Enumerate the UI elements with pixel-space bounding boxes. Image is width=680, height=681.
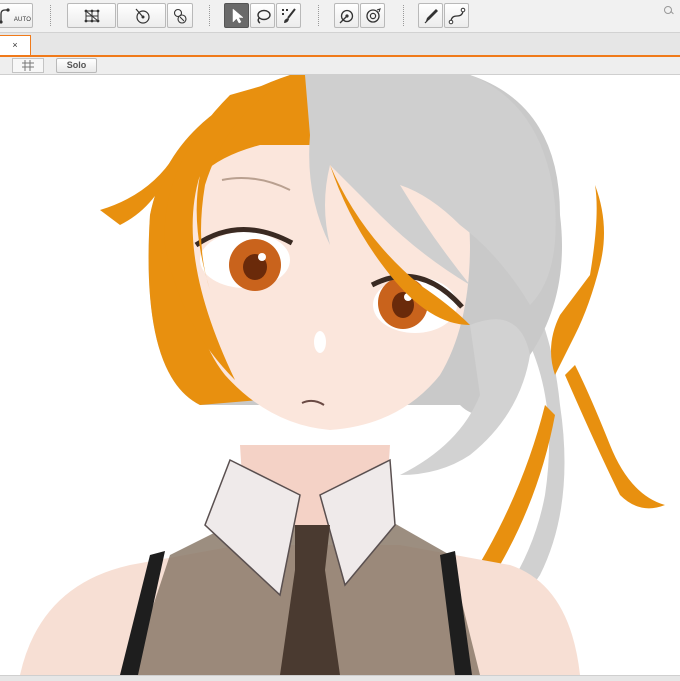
parameter-icon (365, 7, 381, 23)
rotation-deformer-icon (135, 8, 150, 24)
brush-select-button[interactable] (276, 3, 301, 28)
auto-mesh-icon (0, 7, 10, 24)
toolbar-separator (318, 5, 319, 26)
hair-ponytail-orange (565, 365, 665, 509)
mesh-edit-button[interactable] (67, 3, 116, 28)
lasso-select-button[interactable] (250, 3, 275, 28)
toolbar-separator (403, 5, 404, 26)
grid-toggle-button[interactable] (12, 58, 44, 73)
glue-icon (339, 9, 353, 23)
auto-label: AUTO (13, 16, 32, 23)
arrow-cursor-icon (232, 7, 244, 23)
mesh-grid-icon (84, 9, 99, 22)
glue-button[interactable] (334, 3, 359, 28)
document-tab[interactable]: × (0, 35, 31, 55)
grid-icon (22, 60, 34, 71)
pen-icon (424, 8, 438, 23)
parameter-button[interactable] (360, 3, 385, 28)
document-tab-bar: × (0, 33, 680, 57)
panel-options-icon[interactable] (664, 6, 672, 14)
warp-deformer-button[interactable] (167, 3, 193, 28)
solo-button[interactable]: Solo (56, 58, 97, 73)
path-curve-button[interactable] (444, 3, 469, 28)
pen-button[interactable] (418, 3, 443, 28)
canvas-viewport[interactable] (0, 75, 680, 675)
toolbar-separator (209, 5, 210, 26)
view-options-bar: Solo (0, 57, 680, 75)
auto-mesh-button[interactable]: AUTO (0, 3, 33, 28)
character-illustration (20, 75, 665, 675)
brush-select-icon (281, 7, 296, 23)
arrow-select-button[interactable] (224, 3, 249, 28)
warp-deformer-icon (173, 8, 187, 24)
nose-highlight (314, 331, 326, 353)
path-curve-icon (448, 7, 465, 24)
rotation-deformer-button[interactable] (117, 3, 166, 28)
toolbar-separator (50, 5, 51, 26)
toolbar: AUTO (0, 0, 680, 33)
tab-close-icon[interactable]: × (12, 40, 17, 50)
lasso-icon (256, 9, 271, 24)
status-bar (0, 675, 680, 681)
